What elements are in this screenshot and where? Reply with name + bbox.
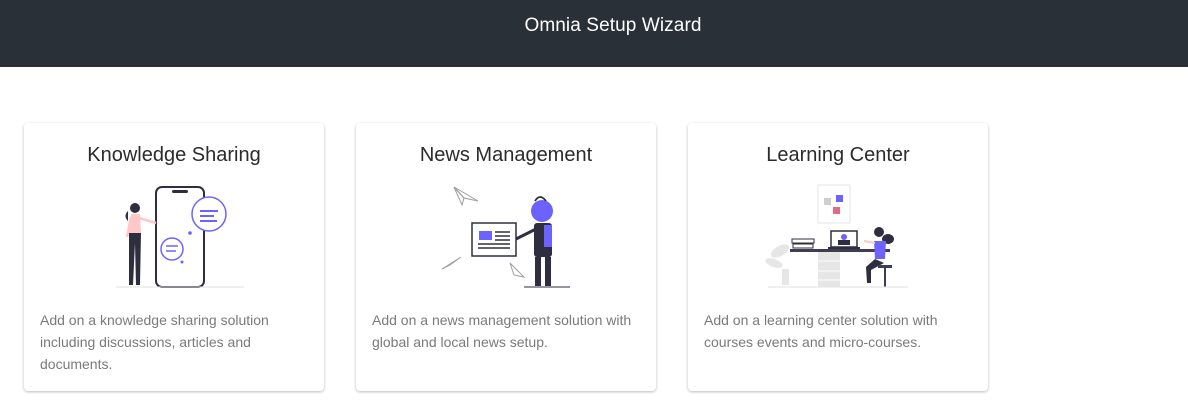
- card-description: Add on a learning center solution with c…: [704, 312, 938, 350]
- learning-center-illustration: [765, 184, 908, 288]
- card-knowledge-sharing[interactable]: Knowledge Sharing Add on a knowledge sha…: [24, 123, 324, 391]
- app-header: Omnia Setup Wizard: [0, 0, 1188, 67]
- card-description: Add on a knowledge sharing solution incl…: [40, 312, 269, 372]
- card-title: Learning Center: [766, 144, 910, 166]
- card-title: News Management: [419, 144, 593, 166]
- card-description: Add on a news management solution with g…: [372, 312, 632, 350]
- knowledge-sharing-illustration: [116, 186, 244, 288]
- card-title: Knowledge Sharing: [87, 144, 261, 166]
- card-news-management[interactable]: News Management Add on a news management…: [356, 123, 656, 391]
- card-learning-center[interactable]: Learning Center Add on a learning center…: [688, 123, 988, 391]
- news-management-illustration: [441, 186, 570, 288]
- page-title: Omnia Setup Wizard: [524, 14, 702, 36]
